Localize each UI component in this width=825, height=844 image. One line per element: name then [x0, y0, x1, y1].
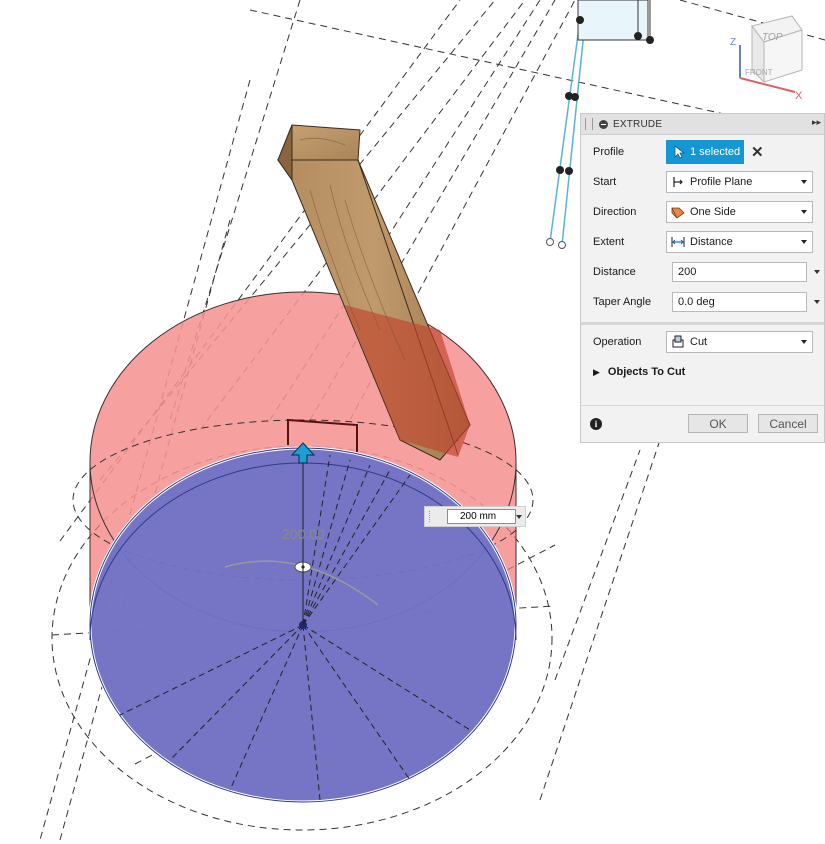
direction-row: Direction One Side	[593, 200, 816, 224]
direction-select[interactable]: One Side	[666, 201, 813, 223]
distance-label: Distance	[593, 266, 636, 278]
distance-input-inline[interactable]: 200 mm	[447, 509, 516, 524]
section-divider	[581, 322, 824, 325]
chevron-down-icon[interactable]	[814, 300, 820, 304]
viewcube-top-label: TOP	[762, 32, 783, 43]
expand-icon[interactable]: ▸▸	[812, 117, 821, 128]
taper-angle-input[interactable]: 0.0 deg	[672, 292, 807, 312]
extent-select[interactable]: Distance	[666, 231, 813, 253]
extent-value: Distance	[690, 236, 733, 248]
info-icon[interactable]: i	[590, 418, 602, 430]
objects-to-cut-label: Objects To Cut	[607, 366, 686, 378]
taper-angle-row: Taper Angle 0.0 deg	[593, 290, 820, 314]
extrude-dialog: EXTRUDE ▸▸ Profile 1 selected ✕ Start Pr…	[580, 113, 825, 443]
chevron-down-icon[interactable]	[516, 515, 522, 519]
one-side-icon	[671, 205, 685, 219]
taper-angle-label: Taper Angle	[593, 296, 652, 308]
cut-icon	[671, 335, 685, 349]
objects-to-cut-section[interactable]: ▶ Objects To Cut	[593, 360, 816, 384]
chevron-down-icon	[801, 180, 807, 184]
start-select[interactable]: Profile Plane	[666, 171, 813, 193]
distance-icon	[671, 235, 685, 249]
drag-handle-icon[interactable]	[585, 118, 593, 130]
distance-input[interactable]: 200	[672, 262, 807, 282]
profile-plane-icon	[671, 175, 685, 189]
z-axis-label: Z	[730, 37, 736, 48]
cursor-icon	[674, 145, 686, 159]
cancel-button[interactable]: Cancel	[758, 414, 818, 433]
chevron-down-icon	[801, 340, 807, 344]
collapse-icon[interactable]	[599, 119, 608, 129]
chevron-down-icon	[801, 240, 807, 244]
start-label: Start	[593, 176, 617, 188]
expand-triangle-icon: ▶	[593, 366, 600, 377]
chevron-down-icon	[801, 210, 807, 214]
dialog-header[interactable]: EXTRUDE ▸▸	[581, 114, 824, 135]
dimension-value-label: 200.00	[282, 526, 325, 542]
extent-label: Extent	[593, 236, 625, 248]
chevron-down-icon[interactable]	[814, 270, 820, 274]
ok-button[interactable]: OK	[688, 414, 748, 433]
operation-row: Operation Cut	[593, 330, 816, 354]
dialog-title: EXTRUDE	[613, 118, 663, 130]
start-row: Start Profile Plane	[593, 170, 816, 194]
distance-manipulator[interactable]: 200 mm	[424, 506, 526, 527]
operation-select[interactable]: Cut	[666, 331, 813, 353]
clear-selection-icon[interactable]: ✕	[751, 143, 764, 161]
direction-value: One Side	[690, 206, 736, 218]
viewcube-front-label: FRONT	[745, 68, 773, 77]
dialog-footer: i OK Cancel	[581, 405, 824, 442]
start-value: Profile Plane	[690, 176, 753, 188]
view-cube[interactable]: TOP FRONT Z X	[730, 15, 803, 102]
extent-row: Extent Distance	[593, 230, 816, 254]
profile-row: Profile 1 selected ✕	[593, 140, 816, 164]
profile-selection-button[interactable]: 1 selected	[666, 140, 744, 164]
drag-grip-icon[interactable]	[429, 511, 432, 522]
operation-label: Operation	[593, 336, 642, 348]
direction-label: Direction	[593, 206, 637, 218]
operation-value: Cut	[690, 336, 708, 348]
distance-row: Distance 200	[593, 260, 820, 284]
profile-label: Profile	[593, 146, 625, 158]
profile-selection-text: 1 selected	[690, 146, 741, 158]
x-axis-label: X	[795, 90, 803, 102]
